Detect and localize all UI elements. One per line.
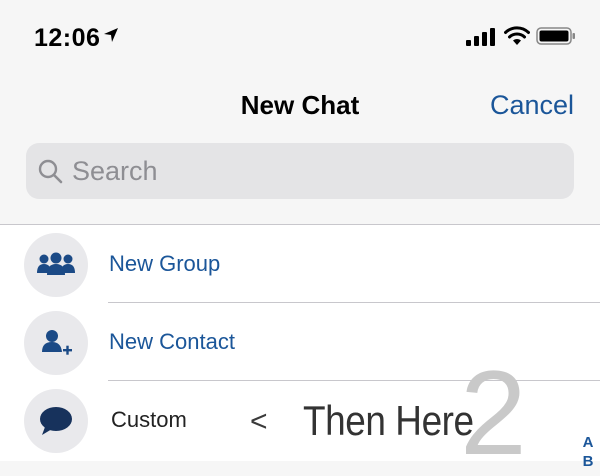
new-group-avatar	[24, 233, 88, 297]
list-item-label: New Group	[109, 251, 221, 276]
search-input[interactable]	[72, 153, 552, 189]
nav-bar: New Chat Cancel	[0, 70, 600, 140]
list-item-new-group[interactable]: New Group	[0, 225, 600, 303]
index-letter-b[interactable]: B	[581, 452, 595, 471]
location-arrow-icon	[104, 28, 118, 42]
annotation-step-number: 2	[460, 346, 527, 476]
section-index: A B	[581, 433, 595, 471]
index-letter-a[interactable]: A	[581, 433, 595, 452]
bottom-strip	[0, 461, 600, 476]
list-item-label: New Contact	[109, 329, 235, 354]
wifi-icon	[504, 26, 530, 45]
annotation-arrow: <	[250, 405, 268, 438]
new-chat-options-list: New Group New Contact Custom < Then Here…	[0, 224, 600, 476]
search-icon	[38, 159, 63, 184]
add-contact-icon	[42, 330, 72, 355]
annotation-text: Then Here	[303, 397, 474, 444]
custom-avatar	[24, 389, 88, 453]
battery-icon	[536, 27, 575, 45]
status-time: 12:06	[34, 24, 101, 52]
chat-bubble-icon	[40, 407, 72, 435]
search-bar[interactable]	[26, 143, 574, 199]
cancel-button[interactable]: Cancel	[490, 90, 574, 121]
list-item-label: Custom	[111, 407, 187, 432]
cellular-signal-icon	[466, 28, 495, 46]
new-contact-avatar	[24, 311, 88, 375]
status-bar: 12:06	[0, 0, 600, 70]
group-icon	[37, 252, 75, 275]
